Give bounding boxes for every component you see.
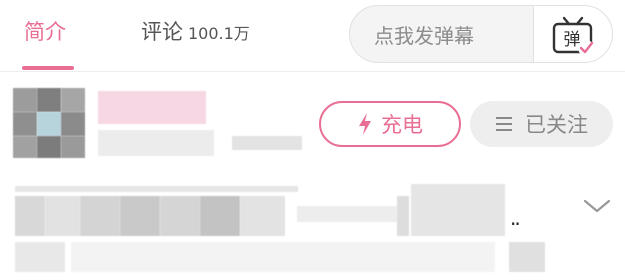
follow-button[interactable]: 已关注: [470, 101, 613, 147]
video-description: [15, 180, 545, 275]
chevron-down-icon[interactable]: [583, 197, 611, 215]
tab-intro-label: 简介: [24, 20, 66, 44]
menu-lines-icon: [496, 117, 512, 131]
charge-label: 充电: [381, 113, 423, 137]
danmaku-toggle-button[interactable]: 弹: [533, 6, 612, 62]
comments-count: 100.1万: [188, 24, 250, 43]
charge-button[interactable]: 充电: [319, 101, 461, 147]
danmaku-input[interactable]: 点我发弹幕 弹: [349, 5, 613, 63]
tab-comments-label: 评论: [141, 20, 183, 44]
uploader-avatar[interactable]: [13, 88, 85, 158]
lightning-icon: [359, 113, 371, 135]
uploader-stats: [98, 128, 310, 158]
danmaku-placeholder: 点我发弹幕: [374, 24, 474, 48]
danmaku-icon-glyph: 弹: [564, 30, 581, 50]
tab-comments[interactable]: 评论 100.1万: [141, 16, 250, 46]
danmaku-tv-icon: 弹: [552, 16, 594, 56]
active-tab-indicator: [22, 66, 74, 70]
follow-label: 已关注: [525, 113, 588, 137]
description-ellipsis: ..: [510, 206, 521, 230]
tab-bar-divider: [0, 71, 625, 72]
tab-intro[interactable]: 简介: [24, 16, 66, 46]
uploader-name[interactable]: [98, 91, 206, 124]
